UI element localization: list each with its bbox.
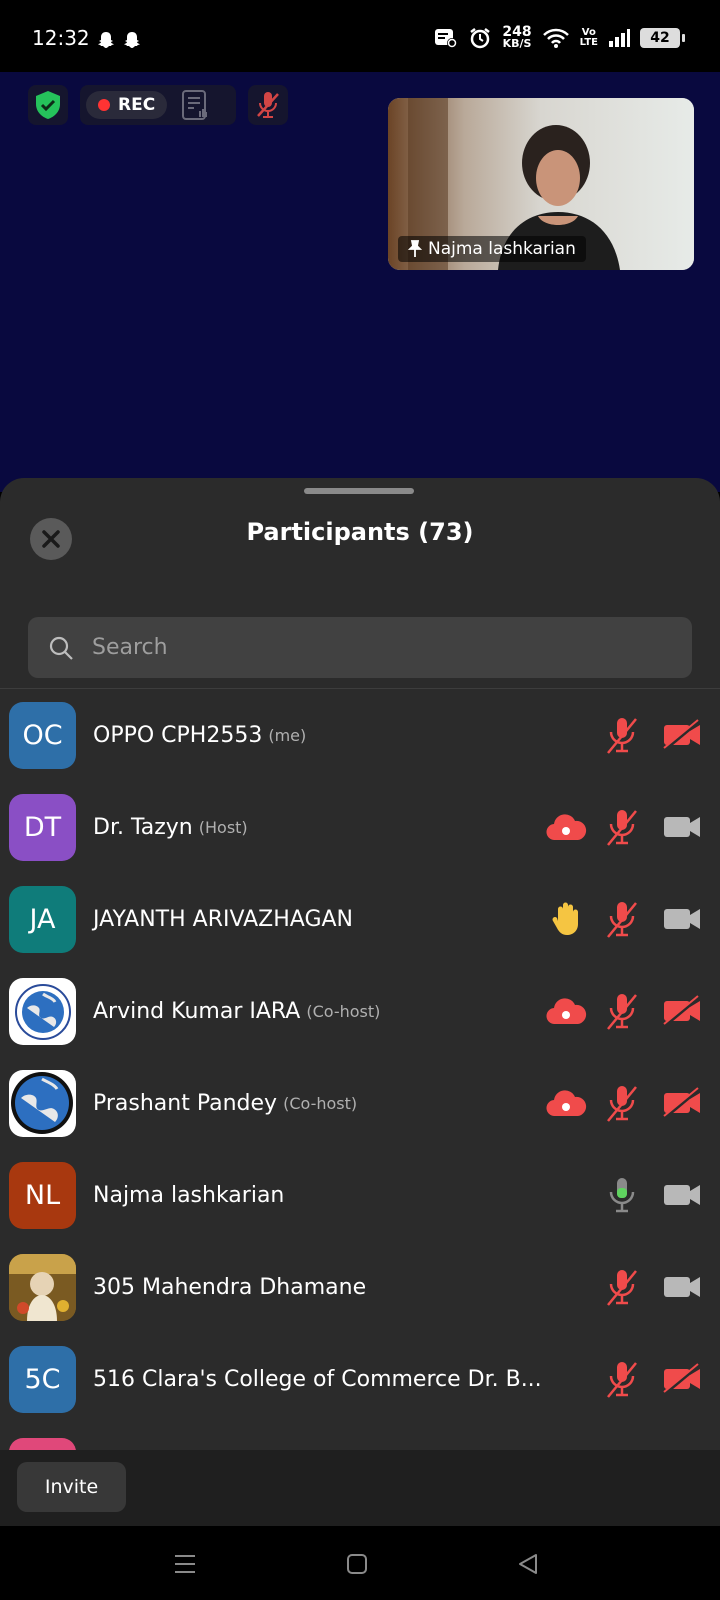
participant-name: 305 Mahendra Dhamane (93, 1274, 367, 1300)
avatar: NL (9, 1162, 76, 1229)
invite-button[interactable]: Invite (17, 1462, 126, 1512)
drag-handle[interactable] (304, 488, 414, 494)
panel-footer: Invite (0, 1450, 720, 1526)
cloud-record-icon (544, 1081, 588, 1125)
avatar: DT (9, 794, 76, 861)
mic-muted-icon (600, 1265, 644, 1309)
avatar: OC (9, 702, 76, 769)
pinned-video-tile[interactable]: Najma lashkarian (388, 98, 694, 270)
meeting-top-controls: REC (28, 85, 288, 125)
camera-off-icon (660, 1081, 704, 1125)
participant-name: Najma lashkarian (93, 1182, 285, 1208)
meeting-area: REC Najma lashkarian (0, 72, 720, 492)
pin-icon (408, 240, 422, 257)
security-button[interactable] (28, 85, 68, 125)
recording-controls: REC (80, 85, 236, 125)
mic-active-icon (600, 1173, 644, 1217)
globe-logo-icon (14, 983, 71, 1040)
mic-muted-icon (600, 1357, 644, 1401)
avatar (9, 1254, 76, 1321)
status-icons: 248 KB/S Vo LTE 42 (434, 24, 685, 52)
network-speed: 248 KB/S (502, 24, 532, 50)
profile-photo (9, 1254, 76, 1321)
search-input[interactable] (92, 635, 652, 660)
cloud-record-icon (544, 989, 588, 1033)
alarm-icon (470, 28, 491, 49)
transcript-icon[interactable] (181, 89, 211, 121)
cloud-record-icon (544, 805, 588, 849)
video-participant-name: Najma lashkarian (428, 239, 576, 259)
avatar (9, 978, 76, 1045)
participant-name: OPPO CPH2553 (me) (93, 722, 307, 748)
raised-hand-icon (544, 897, 588, 941)
participants-panel: Participants (73) OC OPPO CPH2553(me) DT (0, 478, 720, 1526)
globe-logo-icon (11, 1072, 73, 1134)
system-navigation-bar (0, 1526, 720, 1600)
participant-name: Dr. Tazyn (Host) (93, 814, 248, 840)
camera-on-icon (660, 805, 704, 849)
back-button[interactable] (510, 1546, 546, 1582)
notification-icon (435, 29, 458, 48)
camera-on-icon (660, 1173, 704, 1217)
video-name-label: Najma lashkarian (398, 236, 586, 262)
snapchat-icon (124, 32, 140, 48)
participant-row[interactable]: OC OPPO CPH2553 (me) (0, 689, 720, 781)
mute-button[interactable] (248, 85, 288, 125)
record-dot-icon (98, 99, 110, 111)
camera-on-icon (660, 1265, 704, 1309)
participant-list: OC OPPO CPH2553(me) DT Dr. Tazyn(Host) (0, 689, 720, 1517)
wifi-icon (542, 28, 569, 48)
mic-muted-icon (600, 713, 644, 757)
signal-icon (609, 29, 630, 47)
camera-off-icon (660, 713, 704, 757)
participant-row[interactable]: 305 Mahendra Dhamane (0, 1241, 720, 1333)
mic-muted-icon (600, 897, 644, 941)
participant-name: JAYANTH ARIVAZHAGAN (93, 906, 354, 932)
panel-title: Participants (73) (246, 518, 474, 546)
status-time: 12:32 (32, 26, 90, 50)
shield-check-icon (36, 91, 60, 119)
back-triangle-icon (519, 1554, 537, 1574)
status-bar: 12:32 248 KB/S Vo LTE 42 (0, 0, 720, 72)
menu-lines-icon (175, 1555, 195, 1573)
participant-row[interactable]: NL Najma lashkarian (0, 1149, 720, 1241)
volte-indicator: Vo LTE (579, 27, 598, 48)
search-field[interactable] (28, 617, 692, 678)
camera-off-icon (660, 989, 704, 1033)
recording-indicator[interactable]: REC (86, 91, 168, 119)
avatar (9, 1070, 76, 1137)
mic-muted-icon (600, 805, 644, 849)
participant-name: Prashant Pandey (Co-host) (93, 1090, 358, 1116)
rec-label: REC (118, 95, 156, 115)
home-button[interactable] (339, 1546, 375, 1582)
mic-muted-icon (257, 92, 279, 118)
camera-on-icon (660, 897, 704, 941)
participant-name: Arvind Kumar IARA (Co-host) (93, 998, 381, 1024)
participant-row[interactable]: Arvind Kumar IARA (Co-host) (0, 965, 720, 1057)
participant-name: 516 Clara's College of Commerce Dr. B... (93, 1366, 542, 1392)
participant-row[interactable]: DT Dr. Tazyn (Host) (0, 781, 720, 873)
avatar: 5C (9, 1346, 76, 1413)
mic-muted-icon (600, 1081, 644, 1125)
participant-row[interactable]: JA JAYANTH ARIVAZHAGAN (0, 873, 720, 965)
participant-row[interactable]: Prashant Pandey (Co-host) (0, 1057, 720, 1149)
mic-muted-icon (600, 989, 644, 1033)
camera-off-icon (660, 1357, 704, 1401)
participant-row[interactable]: 5C 516 Clara's College of Commerce Dr. B… (0, 1333, 720, 1425)
home-square-icon (347, 1554, 367, 1574)
avatar: JA (9, 886, 76, 953)
snapchat-icon (98, 32, 114, 48)
recents-button[interactable] (167, 1546, 203, 1582)
search-icon (49, 636, 73, 660)
battery-indicator: 42 (640, 28, 685, 48)
